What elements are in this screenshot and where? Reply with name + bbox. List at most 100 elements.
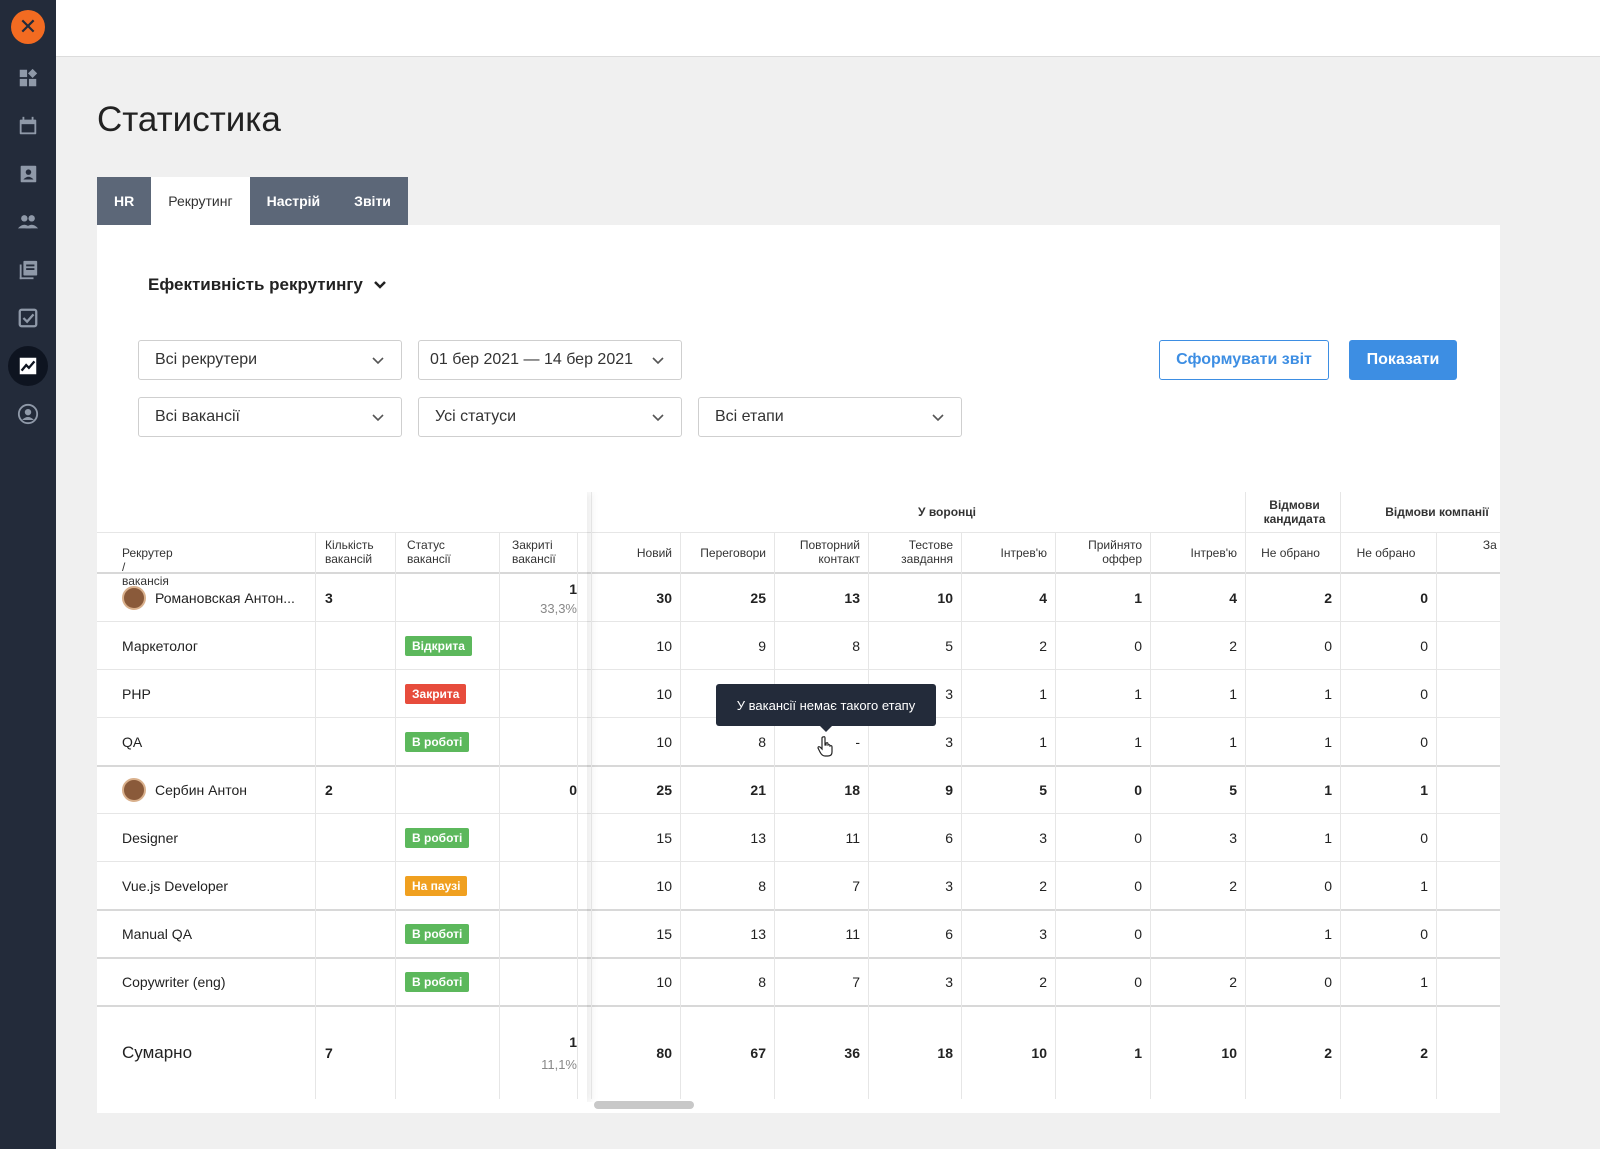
statuses-select-value: Усі статуси — [435, 408, 517, 425]
top-bar — [56, 0, 1600, 57]
value-interview1: 5 — [1039, 782, 1047, 798]
chevron-down-icon — [372, 413, 384, 421]
status-cell: На паузі — [405, 862, 468, 910]
show-button[interactable]: Показати — [1349, 340, 1457, 380]
stages-select[interactable]: Всі етапи — [698, 397, 962, 437]
status-cell: В роботі — [405, 718, 470, 766]
value-test: 9 — [945, 782, 953, 798]
value-comp_not_chosen: 0 — [1420, 734, 1428, 750]
nav-calendar[interactable] — [0, 106, 56, 146]
value-new: 25 — [656, 782, 672, 798]
tab-recruiting[interactable]: Рекрутинг — [151, 177, 250, 225]
status-badge: В роботі — [405, 732, 470, 752]
total-talks: 67 — [750, 1045, 766, 1061]
date-range-select[interactable]: 01 бер 2021 — 14 бер 2021 — [418, 340, 682, 380]
logo-icon[interactable]: ✕ — [11, 10, 45, 44]
column-header-interview2: Інтрев'ю — [1190, 546, 1237, 560]
value-new: 10 — [656, 686, 672, 702]
row-name-text: PHP — [122, 686, 151, 702]
total-closed-percent: 11,1% — [541, 1057, 577, 1072]
statistics-table: У воронці Відмови кандидата Відмови компан… — [97, 492, 1500, 1102]
statuses-select[interactable]: Усі статуси — [418, 397, 682, 437]
value-test: 3 — [945, 974, 953, 990]
column-header-count: Кількість вакансій — [325, 538, 374, 566]
vacancies-select[interactable]: Всі вакансії — [138, 397, 402, 437]
vacancy-count: 2 — [325, 782, 333, 798]
chevron-down-icon — [372, 356, 384, 364]
row-name: PHP — [122, 670, 151, 718]
row-name: Маркетолог — [122, 622, 198, 670]
closed-percent: 33,3% — [540, 601, 577, 616]
nav-tasks[interactable] — [0, 298, 56, 338]
table-row[interactable]: Романовская Антон... 3 1 33,3% 30 25 13 10 4 1 4 2 0 — [97, 574, 1500, 622]
value-comp_not_chosen: 1 — [1420, 782, 1428, 798]
value-offer: 0 — [1134, 878, 1142, 894]
table-row[interactable]: Сербин Антон 2 0 25 21 18 9 5 0 5 1 1 — [97, 766, 1500, 814]
chevron-down-icon — [652, 413, 664, 421]
status-badge: В роботі — [405, 828, 470, 848]
row-name: QA — [122, 718, 142, 766]
value-comp_not_chosen: 0 — [1420, 926, 1428, 942]
value-interview1: 1 — [1039, 734, 1047, 750]
group-header-company-refusals: Відмови компанії — [1385, 505, 1489, 519]
value-cand_not_chosen: 2 — [1324, 590, 1332, 606]
report-type-dropdown[interactable]: Ефективність рекрутингу — [148, 275, 387, 295]
value-interview2: 3 — [1229, 830, 1237, 846]
value-interview2: 1 — [1229, 734, 1237, 750]
nav-statistics[interactable] — [0, 346, 56, 386]
row-name-text: QA — [122, 734, 143, 750]
total-offer: 1 — [1134, 1045, 1142, 1061]
value-comp_not_chosen: 0 — [1420, 830, 1428, 846]
page-title: Статистика — [97, 100, 281, 139]
value-offer: 0 — [1134, 830, 1142, 846]
chevron-down-icon — [373, 281, 386, 289]
nav-people[interactable] — [0, 202, 56, 242]
total-test: 18 — [937, 1045, 953, 1061]
value-interview1: 2 — [1039, 638, 1047, 654]
column-header-offer: Прийнято оффер — [1088, 538, 1142, 566]
generate-report-button[interactable]: Сформувати звіт — [1159, 340, 1329, 380]
table-row[interactable]: Vue.js Developer На паузі 10 8 7 3 2 0 2 0 1 — [97, 862, 1500, 910]
value-interview2: 2 — [1229, 638, 1237, 654]
status-cell: В роботі — [405, 814, 470, 862]
value-talks: 25 — [750, 590, 766, 606]
row-name: Сербин Антон — [122, 766, 247, 814]
nav-library[interactable] — [0, 250, 56, 290]
value-comp_not_chosen: 0 — [1420, 686, 1428, 702]
nav-dashboard[interactable] — [0, 58, 56, 98]
horizontal-scrollbar[interactable] — [594, 1101, 694, 1109]
total-interview1: 10 — [1031, 1045, 1047, 1061]
chevron-down-icon — [652, 356, 664, 364]
value-repeat: 8 — [852, 638, 860, 654]
recruiters-select[interactable]: Всі рекрутери — [138, 340, 402, 380]
table-row[interactable]: Manual QA В роботі 15 13 11 6 3 0 1 0 — [97, 910, 1500, 958]
value-cand_not_chosen: 1 — [1324, 734, 1332, 750]
closed-count: 0 — [569, 782, 577, 798]
table-row[interactable]: Copywriter (eng) В роботі 10 8 7 3 2 0 2 0 1 — [97, 958, 1500, 1006]
value-talks: 13 — [750, 926, 766, 942]
value-repeat: 13 — [844, 590, 860, 606]
tab-reports[interactable]: Звіти — [337, 177, 408, 225]
total-count: 7 — [325, 1045, 333, 1061]
calendar-icon — [19, 116, 37, 135]
nav-contacts[interactable] — [0, 154, 56, 194]
column-header-comp_not_chosen: Не обрано — [1356, 546, 1416, 560]
report-type-label: Ефективність рекрутингу — [148, 275, 363, 294]
row-name-text: Романовская Антон... — [155, 590, 295, 606]
status-badge: В роботі — [405, 924, 470, 944]
value-comp_not_chosen: 1 — [1420, 878, 1428, 894]
status-cell: Відкрита — [405, 622, 472, 670]
row-name-text: Маркетолог — [122, 638, 198, 654]
table-row[interactable]: Designer В роботі 15 13 11 6 3 0 3 1 0 — [97, 814, 1500, 862]
nav-profile[interactable] — [0, 394, 56, 434]
total-cand_not_chosen: 2 — [1324, 1045, 1332, 1061]
value-talks: 13 — [750, 830, 766, 846]
column-header-test: Тестове завдання — [901, 538, 953, 566]
row-name: Manual QA — [122, 910, 192, 958]
tab-mood[interactable]: Настрій — [249, 177, 338, 225]
table-row[interactable]: Маркетолог Відкрита 10 9 8 5 2 0 2 0 0 — [97, 622, 1500, 670]
value-repeat: 11 — [845, 830, 860, 846]
tab-hr[interactable]: HR — [97, 177, 152, 225]
row-name-text: Manual QA — [122, 926, 193, 942]
column-header-new: Новий — [636, 546, 672, 560]
